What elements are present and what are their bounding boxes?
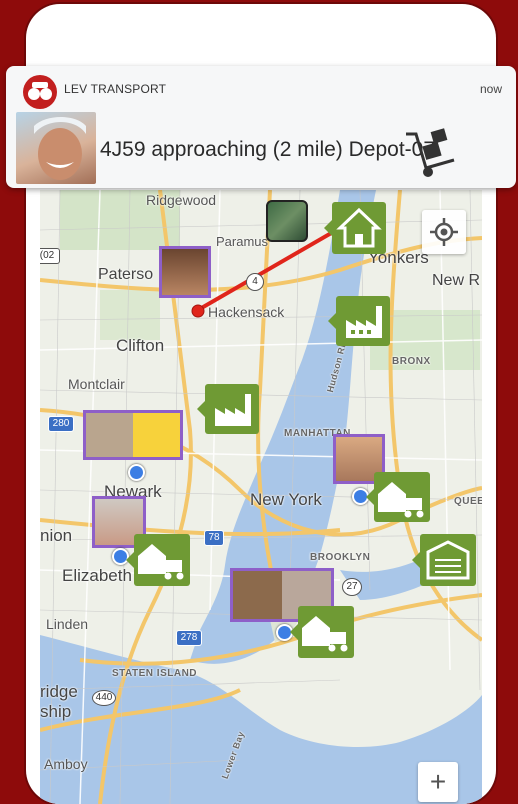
map-label: Linden (46, 616, 89, 632)
route-shield: 280 (48, 416, 74, 432)
route-shield: 4 (246, 273, 264, 291)
map-label: Amboy (44, 756, 88, 772)
factory-marker[interactable] (328, 296, 390, 346)
map-label: STATEN ISLAND (112, 668, 198, 679)
notification-app-name: LEV TRANSPORT (64, 82, 167, 96)
locate-me-button[interactable] (422, 210, 466, 254)
push-notification[interactable]: LEV TRANSPORT now 4J59 approaching (2 mi… (6, 66, 516, 188)
depot-house-marker[interactable] (324, 202, 386, 254)
map-label: New York (250, 490, 322, 509)
map-view[interactable]: Ridgewood Paramus Yonkers Paterso New R … (40, 190, 482, 804)
map-label: ship (40, 702, 72, 721)
factory-marker[interactable] (197, 384, 259, 434)
driver-avatar (16, 112, 96, 184)
map-label: QUEE (454, 496, 482, 507)
map-label: Hackensack (208, 304, 285, 320)
factory-icon (215, 394, 251, 426)
factory-icon (346, 306, 382, 338)
map-label: Montclair (68, 376, 125, 392)
map-label: Paterso (98, 266, 154, 283)
map-label: Clifton (116, 336, 165, 355)
notification-message: 4J59 approaching (2 mile) Depot-07 (100, 138, 436, 161)
location-dot (128, 464, 145, 481)
satellite-layer-button[interactable] (266, 200, 308, 242)
route-shield: 440 (92, 690, 116, 706)
map-label: BROOKLYN (310, 552, 371, 563)
map-label: Ridgewood (146, 192, 217, 208)
delivery-marker[interactable] (126, 534, 190, 586)
lev-transport-logo-icon (23, 75, 57, 109)
map-label: Paramus (216, 234, 269, 249)
delivery-marker[interactable] (366, 472, 430, 522)
map-label: New R (432, 272, 481, 289)
hand-truck-icon (406, 128, 455, 177)
delivery-truck-icon (302, 616, 348, 652)
zoom-in-button[interactable]: + (418, 762, 458, 802)
driver-pin[interactable] (159, 246, 211, 298)
route-shield: 278 (176, 630, 202, 646)
map-label: BRONX (392, 356, 431, 367)
map-label: nion (40, 526, 73, 545)
locate-me-icon (430, 218, 458, 246)
notification-time: now (479, 82, 502, 96)
route-shield: 27 (342, 578, 362, 596)
warehouse-icon (426, 540, 470, 580)
driver-vehicle-pin[interactable] (83, 410, 183, 460)
house-icon (336, 207, 382, 248)
delivery-truck-icon (378, 482, 424, 518)
warehouse-marker[interactable] (412, 534, 476, 586)
map-label: Elizabeth (62, 566, 132, 585)
route-shield: 78 (204, 530, 224, 546)
delivery-truck-icon (138, 544, 184, 580)
delivery-marker[interactable] (290, 606, 354, 658)
route-shield: (02 (40, 248, 60, 264)
map-label: ridge (40, 682, 78, 701)
